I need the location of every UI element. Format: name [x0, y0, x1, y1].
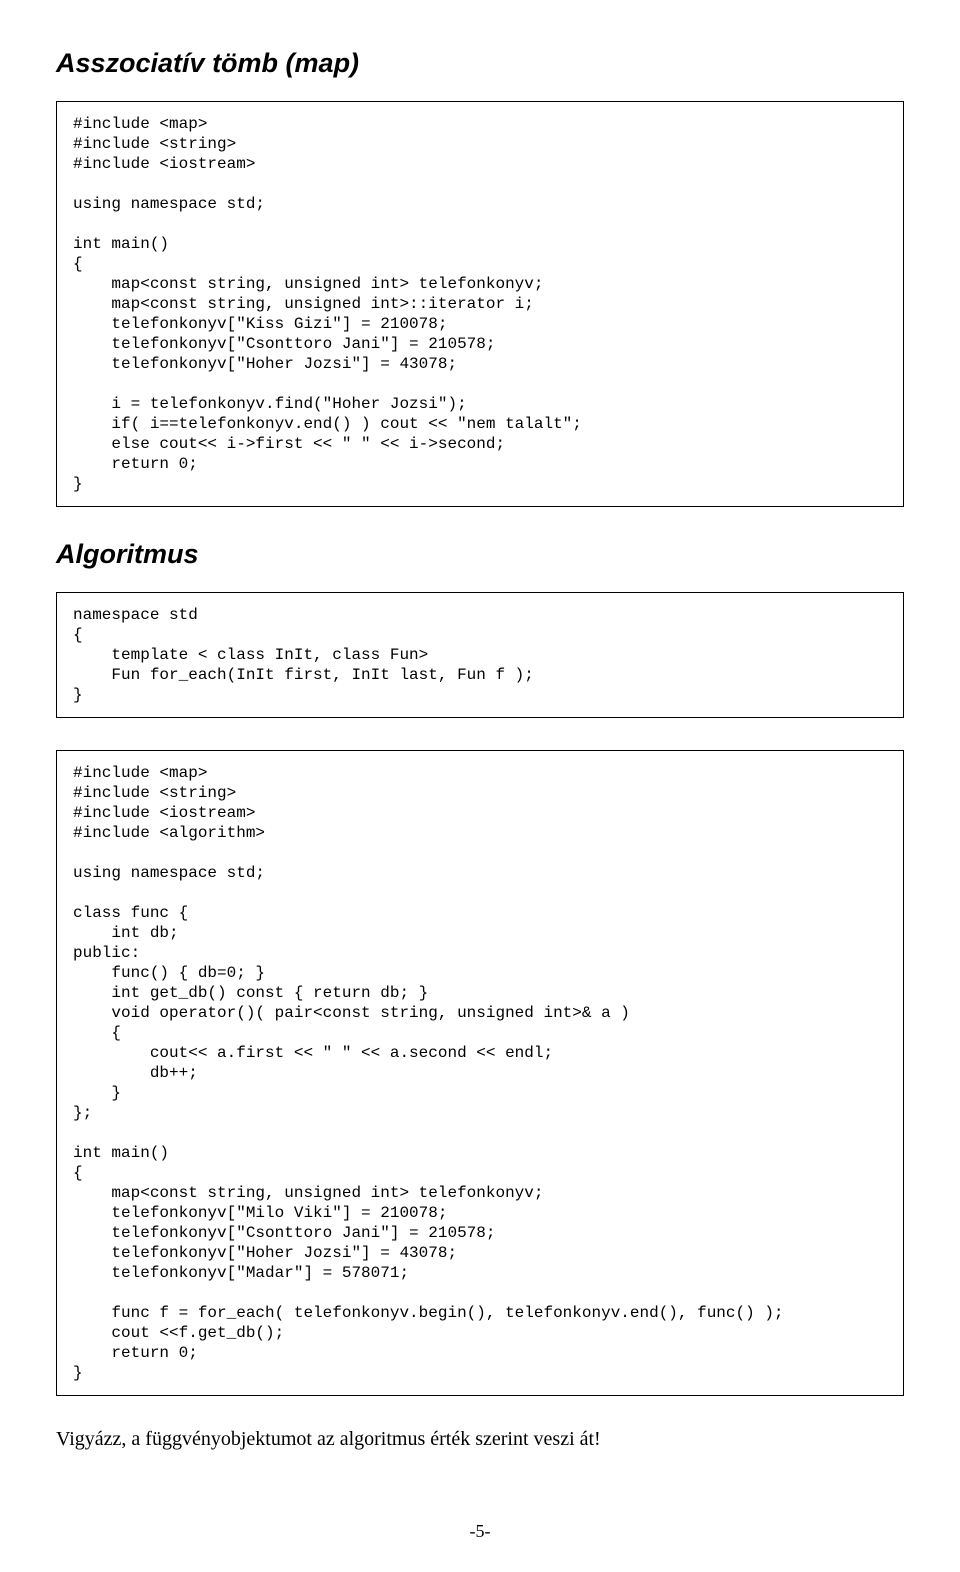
page-number: -5- — [56, 1521, 904, 1542]
code-block-map-example: #include <map> #include <string> #includ… — [56, 101, 904, 507]
caption-text: Vigyázz, a függvényobjektumot az algorit… — [56, 1428, 904, 1451]
section-heading-map: Asszociatív tömb (map) — [56, 48, 904, 79]
section-heading-algorithm: Algoritmus — [56, 539, 904, 570]
page-body: Asszociatív tömb (map) #include <map> #i… — [0, 0, 960, 1562]
code-block-functor-example: #include <map> #include <string> #includ… — [56, 750, 904, 1396]
code-block-foreach-signature: namespace std { template < class InIt, c… — [56, 592, 904, 718]
